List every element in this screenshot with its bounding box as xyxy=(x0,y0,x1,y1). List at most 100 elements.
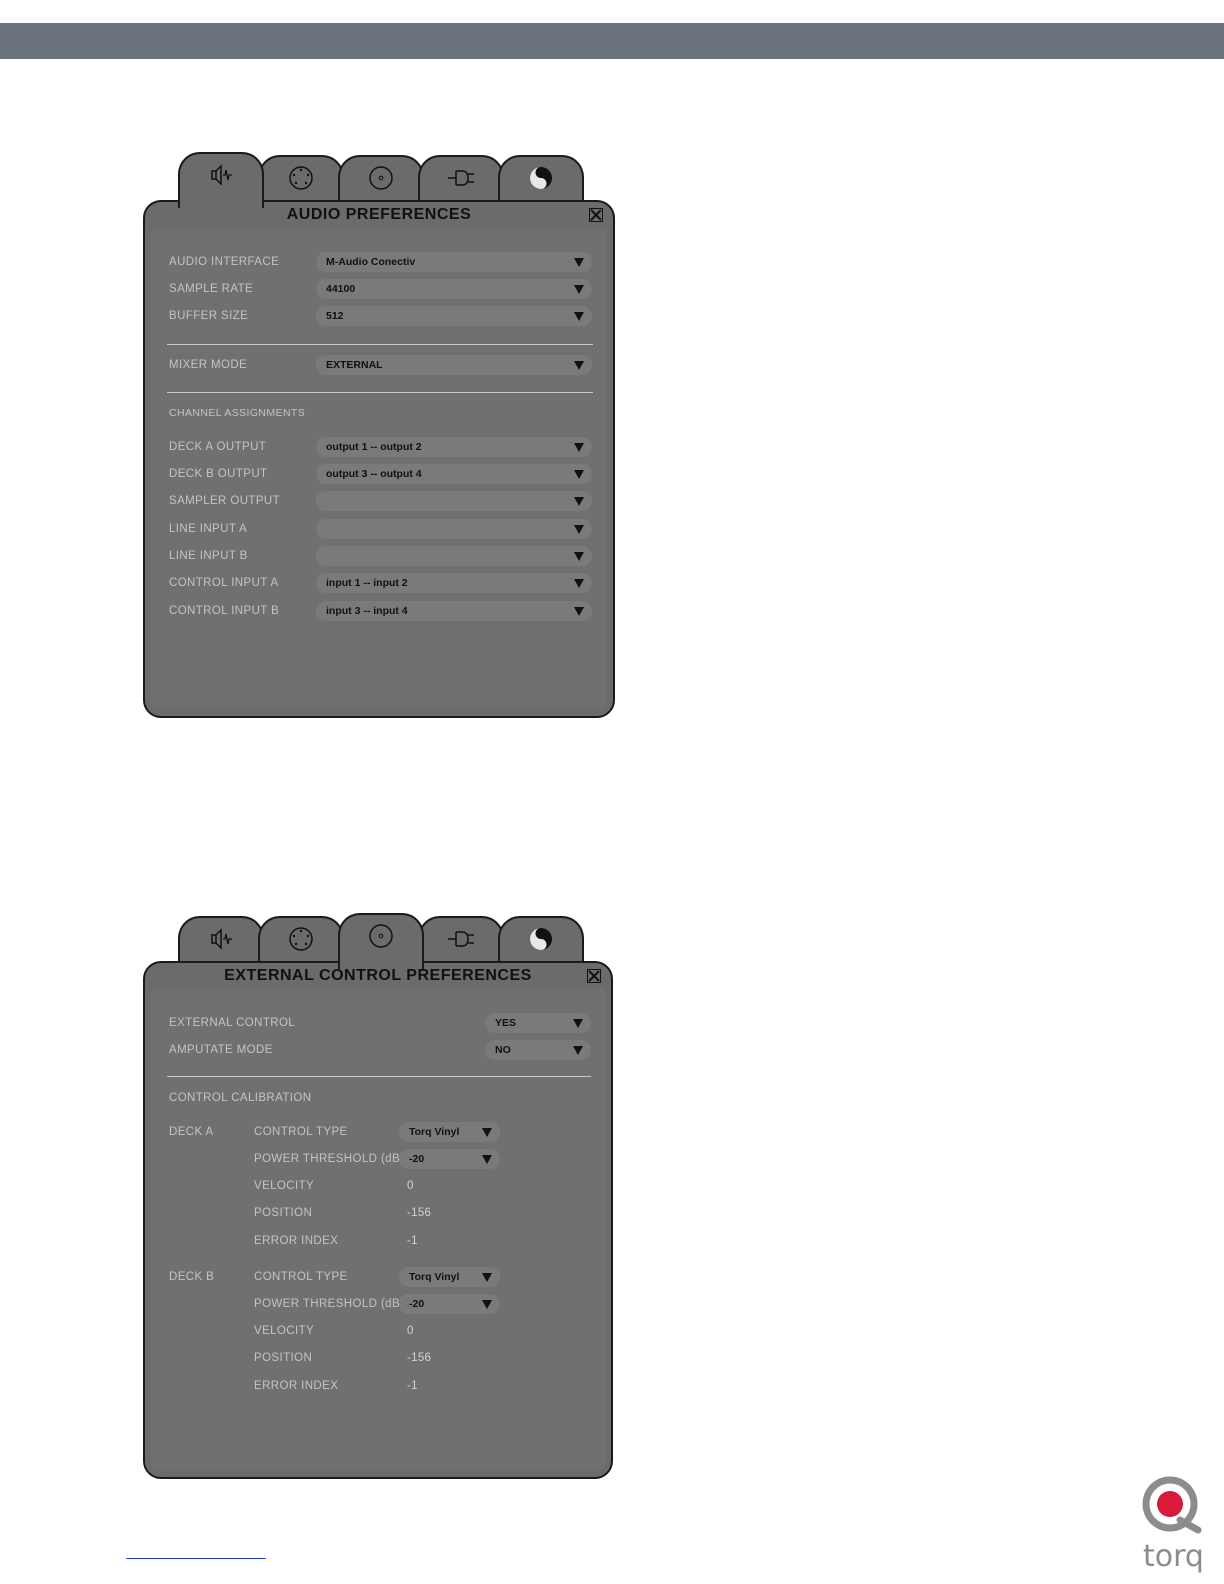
control-input-a-dropdown[interactable]: input 1 -- input 2 xyxy=(316,573,592,593)
dropdown-arrow-icon xyxy=(574,497,584,506)
velocity-label: VELOCITY xyxy=(254,1325,315,1337)
tab-external-control[interactable] xyxy=(338,155,424,205)
error-index-label: ERROR INDEX xyxy=(254,1380,339,1392)
tab-appearance[interactable] xyxy=(498,155,584,205)
divider xyxy=(167,392,593,393)
logo-text: torq xyxy=(1143,1539,1204,1574)
dropdown-arrow-icon xyxy=(574,470,584,479)
divider xyxy=(167,1076,591,1077)
close-icon[interactable] xyxy=(589,208,603,222)
panel-body: AUDIO INTERFACE M-Audio Conectiv SAMPLE … xyxy=(151,228,607,708)
dropdown-arrow-icon xyxy=(574,525,584,534)
control-input-b-label: CONTROL INPUT B xyxy=(169,605,280,617)
preferences-tabs xyxy=(178,152,588,208)
yin-yang-icon xyxy=(530,928,552,950)
dropdown-arrow-icon xyxy=(573,1019,583,1028)
dropdown-arrow-icon xyxy=(482,1273,492,1282)
channel-assignments-heading: CHANNEL ASSIGNMENTS xyxy=(169,407,306,419)
dropdown-arrow-icon xyxy=(482,1128,492,1137)
dropdown-arrow-icon xyxy=(574,258,584,267)
tab-audio[interactable] xyxy=(178,916,264,966)
control-type-label: CONTROL TYPE xyxy=(254,1271,348,1283)
speaker-icon xyxy=(211,928,232,950)
audio-preferences-window: AUDIO PREFERENCES AUDIO INTERFACE M-Audi… xyxy=(140,152,620,720)
midi-icon xyxy=(289,927,313,951)
error-index-label: ERROR INDEX xyxy=(254,1235,339,1247)
close-icon[interactable] xyxy=(587,969,601,983)
deck-b-output-label: DECK B OUTPUT xyxy=(169,468,268,480)
control-input-a-label: CONTROL INPUT A xyxy=(169,577,279,589)
sample-rate-label: SAMPLE RATE xyxy=(169,283,254,295)
header-bar xyxy=(0,23,1224,59)
dropdown-arrow-icon xyxy=(574,285,584,294)
deck-a-velocity-value: 0 xyxy=(407,1180,414,1192)
tab-plugins[interactable] xyxy=(418,155,504,205)
position-label: POSITION xyxy=(254,1352,313,1364)
control-type-label: CONTROL TYPE xyxy=(254,1126,348,1138)
audio-interface-label: AUDIO INTERFACE xyxy=(169,256,280,268)
buffer-size-dropdown[interactable]: 512 xyxy=(316,306,592,326)
control-calibration-heading: CONTROL CALIBRATION xyxy=(169,1092,312,1104)
panel-title: EXTERNAL CONTROL PREFERENCES xyxy=(224,967,532,984)
external-control-label: EXTERNAL CONTROL xyxy=(169,1017,296,1029)
panel-title: AUDIO PREFERENCES xyxy=(286,206,472,223)
footer-link[interactable] xyxy=(126,1558,266,1559)
deck-b-control-type-dropdown[interactable]: Torq Vinyl xyxy=(399,1267,500,1287)
mixer-mode-dropdown[interactable]: EXTERNAL xyxy=(316,355,592,375)
amputate-mode-dropdown[interactable]: NO xyxy=(485,1040,591,1060)
external-control-preferences-panel: EXTERNAL CONTROL PREFERENCES EXTERNAL CO… xyxy=(143,961,613,1479)
deck-b-output-dropdown[interactable]: output 3 -- output 4 xyxy=(316,464,592,484)
dropdown-arrow-icon xyxy=(574,579,584,588)
buffer-size-label: BUFFER SIZE xyxy=(169,310,249,322)
position-label: POSITION xyxy=(254,1207,313,1219)
dropdown-arrow-icon xyxy=(573,1046,583,1055)
deck-a-position-value: -156 xyxy=(407,1207,432,1219)
record-icon xyxy=(369,166,393,190)
record-icon xyxy=(369,924,393,948)
velocity-label: VELOCITY xyxy=(254,1180,315,1192)
line-input-a-dropdown[interactable] xyxy=(316,519,592,539)
deck-a-label: DECK A xyxy=(169,1126,214,1138)
external-control-dropdown[interactable]: YES xyxy=(485,1013,591,1033)
dropdown-arrow-icon xyxy=(574,607,584,616)
deck-a-output-dropdown[interactable]: output 1 -- output 2 xyxy=(316,437,592,457)
deck-b-label: DECK B xyxy=(169,1271,215,1283)
sampler-output-dropdown[interactable] xyxy=(316,491,592,511)
deck-a-error-index-value: -1 xyxy=(407,1235,418,1247)
dropdown-arrow-icon xyxy=(574,312,584,321)
deck-b-error-index-value: -1 xyxy=(407,1380,418,1392)
audio-interface-dropdown[interactable]: M-Audio Conectiv xyxy=(316,252,592,272)
tab-audio[interactable] xyxy=(178,152,264,208)
yin-yang-icon xyxy=(530,167,552,189)
sample-rate-dropdown[interactable]: 44100 xyxy=(316,279,592,299)
deck-a-control-type-dropdown[interactable]: Torq Vinyl xyxy=(399,1122,500,1142)
sampler-output-label: SAMPLER OUTPUT xyxy=(169,495,281,507)
power-threshold-label: POWER THRESHOLD (dB) xyxy=(254,1153,405,1165)
dropdown-arrow-icon xyxy=(482,1300,492,1309)
dropdown-arrow-icon xyxy=(574,443,584,452)
midi-icon xyxy=(289,166,313,190)
tab-midi[interactable] xyxy=(258,155,344,205)
tab-appearance[interactable] xyxy=(498,916,584,966)
panel-body: EXTERNAL CONTROL YES AMPUTATE MODE NO CO… xyxy=(151,989,605,1469)
dropdown-arrow-icon xyxy=(574,552,584,561)
control-input-b-dropdown[interactable]: input 3 -- input 4 xyxy=(316,601,592,621)
dropdown-arrow-icon xyxy=(482,1155,492,1164)
external-control-preferences-window: EXTERNAL CONTROL PREFERENCES EXTERNAL CO… xyxy=(140,913,620,1481)
tab-midi[interactable] xyxy=(258,916,344,966)
tab-plugins[interactable] xyxy=(418,916,504,966)
deck-b-velocity-value: 0 xyxy=(407,1325,414,1337)
line-input-b-dropdown[interactable] xyxy=(316,546,592,566)
dropdown-arrow-icon xyxy=(574,361,584,370)
tab-external-control[interactable] xyxy=(338,913,424,969)
torq-logo: torq xyxy=(1142,1476,1204,1574)
divider xyxy=(167,344,593,345)
line-input-a-label: LINE INPUT A xyxy=(169,523,248,535)
speaker-icon xyxy=(211,164,232,186)
line-input-b-label: LINE INPUT B xyxy=(169,550,248,562)
deck-b-power-threshold-dropdown[interactable]: -20 xyxy=(399,1294,500,1314)
power-threshold-label: POWER THRESHOLD (dB) xyxy=(254,1298,405,1310)
deck-b-position-value: -156 xyxy=(407,1352,432,1364)
deck-a-power-threshold-dropdown[interactable]: -20 xyxy=(399,1149,500,1169)
audio-preferences-panel: AUDIO PREFERENCES AUDIO INTERFACE M-Audi… xyxy=(143,200,615,718)
